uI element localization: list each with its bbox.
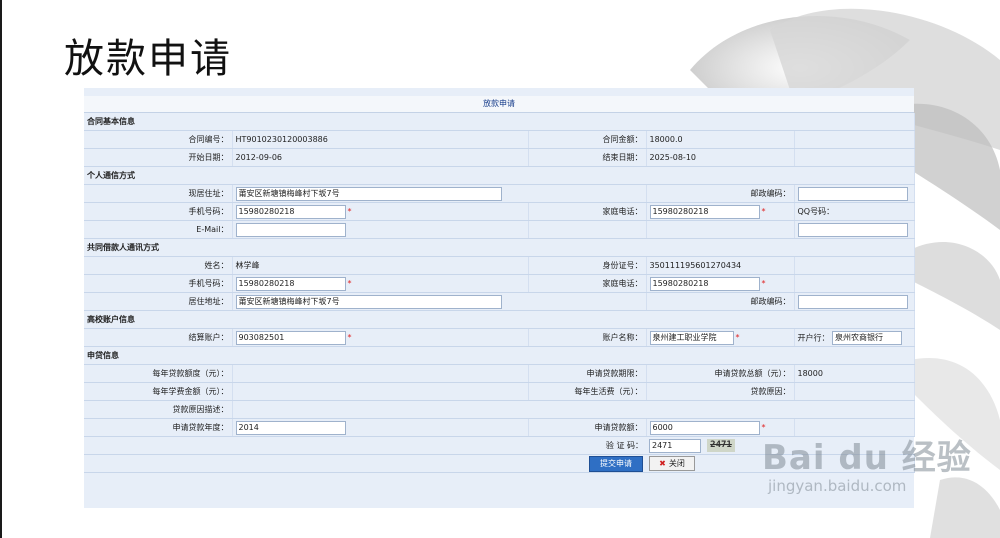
apply-amount-input[interactable]: 6000 [649,420,760,435]
tuition-label: 每年学费金额（元）： [84,382,233,401]
holder-label: 账户名称： [528,328,647,347]
living-label: 每年生活费（元）： [528,382,647,401]
home-phone-label: 家庭电话： [528,202,647,221]
year-label: 申请贷款年度： [84,418,233,437]
total-label: 申请贷款总额（元）： [646,364,795,383]
form-title: 放款申请 [84,96,914,113]
apply-amount-label: 申请贷款额： [528,418,647,437]
required-mark: * [347,333,352,342]
section-bank: 高校账户信息 [84,310,915,329]
qq-input[interactable] [797,222,908,237]
qq-label: QQ号码： [794,202,915,221]
end-date: 2025-08-10 [646,148,795,167]
section-co-borrower: 共同借款人通讯方式 [84,238,915,257]
section-contact: 个人通信方式 [84,166,915,185]
zip-input[interactable] [797,186,908,201]
close-button[interactable]: ✖ 关闭 [649,456,695,471]
reason-desc-label: 贷款原因描述： [84,400,233,419]
captcha-image[interactable]: 2471 [707,439,735,452]
co-mobile-label: 手机号码： [84,274,233,293]
required-mark: * [347,207,352,216]
watermark-url: jingyan.baidu.com [768,477,907,495]
account-input[interactable]: 903082501 [235,330,346,345]
required-mark: * [761,207,766,216]
captcha-label: 验 证 码： [528,436,646,455]
contract-amount-label: 合同金额： [528,130,647,149]
reason-label: 贷款原因： [646,382,795,401]
form-table: 合同基本信息 合同编号： HT9010230120003886 合同金额： 18… [84,113,915,473]
co-id-label: 身份证号： [528,256,647,275]
section-apply: 申贷信息 [84,346,915,365]
account-label: 结算账户： [84,328,233,347]
co-name: 林学峰 [232,256,529,275]
email-input[interactable] [235,222,346,237]
zip-label: 邮政编码： [646,184,795,203]
home-phone-input[interactable]: 15980280218 [649,204,760,219]
total: 18000 [794,364,915,383]
required-mark: * [735,333,740,342]
annual-limit-label: 每年贷款额度（元）： [84,364,233,383]
close-icon: ✖ [659,459,666,468]
annual-limit [232,364,529,383]
reason [794,382,915,401]
holder-input[interactable]: 泉州建工职业学院 [649,330,734,345]
slide-title: 放款申请 [64,36,232,82]
reason-desc [232,400,915,419]
open-bank-input[interactable]: 泉州农商银行 [832,330,903,345]
tuition [232,382,529,401]
co-zip-label: 邮政编码： [646,292,795,311]
contract-no: HT9010230120003886 [232,130,529,149]
co-home-input[interactable]: 15980280218 [649,276,760,291]
required-mark: * [761,279,766,288]
start-date-label: 开始日期： [84,148,233,167]
co-mobile-input[interactable]: 15980280218 [235,276,346,291]
end-date-label: 结束日期： [528,148,647,167]
required-mark: * [347,279,352,288]
slide-left-border [0,0,2,538]
submit-button[interactable]: 提交申请 [589,455,643,472]
baidu-watermark: Bai du 经验 jingyan.baidu.com [762,430,972,495]
contract-amount: 18000.0 [646,130,795,149]
co-name-label: 姓名： [84,256,233,275]
co-address-label: 居住地址： [84,292,233,311]
open-bank-label: 开户行： [797,333,830,342]
section-contract: 合同基本信息 [84,113,915,131]
contract-no-label: 合同编号： [84,130,233,149]
co-home-label: 家庭电话： [528,274,647,293]
email-label: E-Mail： [84,220,233,239]
start-date: 2012-09-06 [232,148,529,167]
address-input[interactable]: 莆安区新塘镇梅峰村下坂7号 [235,186,502,201]
co-zip-input[interactable] [797,294,908,309]
address-label: 现居住址： [84,184,233,203]
mobile-label: 手机号码： [84,202,233,221]
term-label: 申请贷款期限： [528,364,647,383]
captcha-input[interactable]: 2471 [649,438,701,453]
co-id: 350111195601270434 [646,256,795,275]
co-address-input[interactable]: 莆安区新塘镇梅峰村下坂7号 [235,294,502,309]
year-input[interactable]: 2014 [235,420,346,435]
mobile-input[interactable]: 15980280218 [235,204,346,219]
form-header-bar [84,88,914,96]
watermark-brand: Bai du 经验 [762,438,972,478]
close-label: 关闭 [668,459,685,468]
